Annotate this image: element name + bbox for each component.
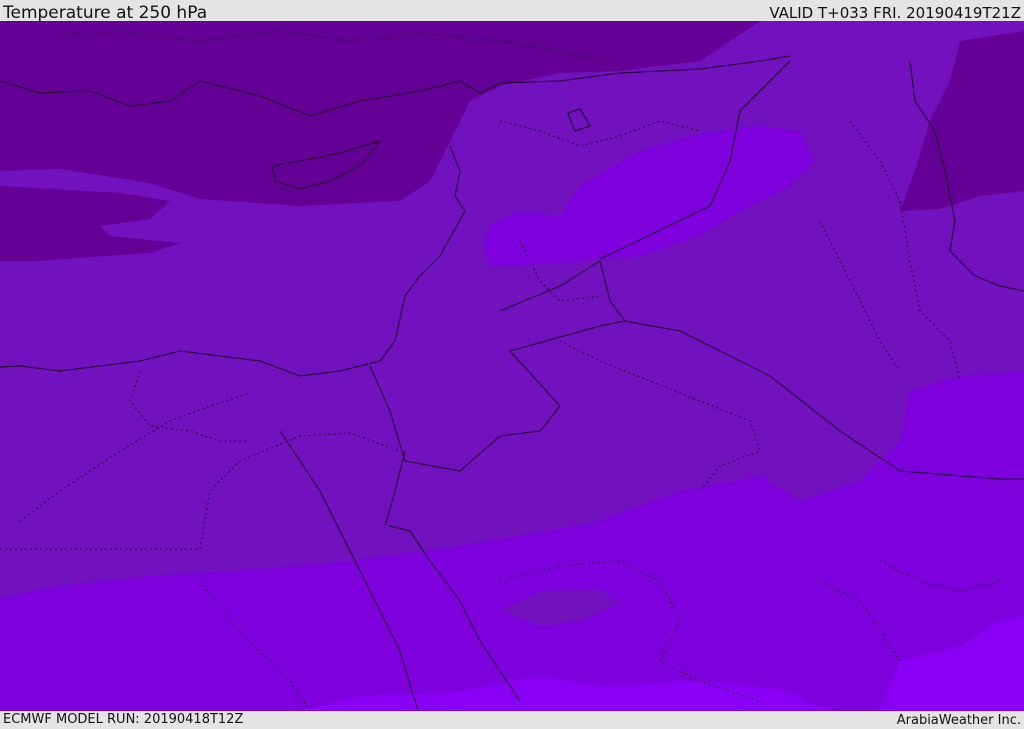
valid-time: VALID T+033 FRI. 20190419T21Z (769, 4, 1021, 22)
temperature-map (0, 21, 1024, 711)
credit-label: ArabiaWeather Inc. (896, 713, 1021, 728)
map-header: Temperature at 250 hPa VALID T+033 FRI. … (0, 0, 1024, 23)
map-footer: ECMWF MODEL RUN: 20190418T12Z ArabiaWeat… (0, 711, 1024, 729)
map-title: Temperature at 250 hPa (3, 3, 208, 23)
model-run-label: ECMWF MODEL RUN: 20190418T12Z (3, 712, 244, 727)
map-canvas (0, 21, 1024, 711)
